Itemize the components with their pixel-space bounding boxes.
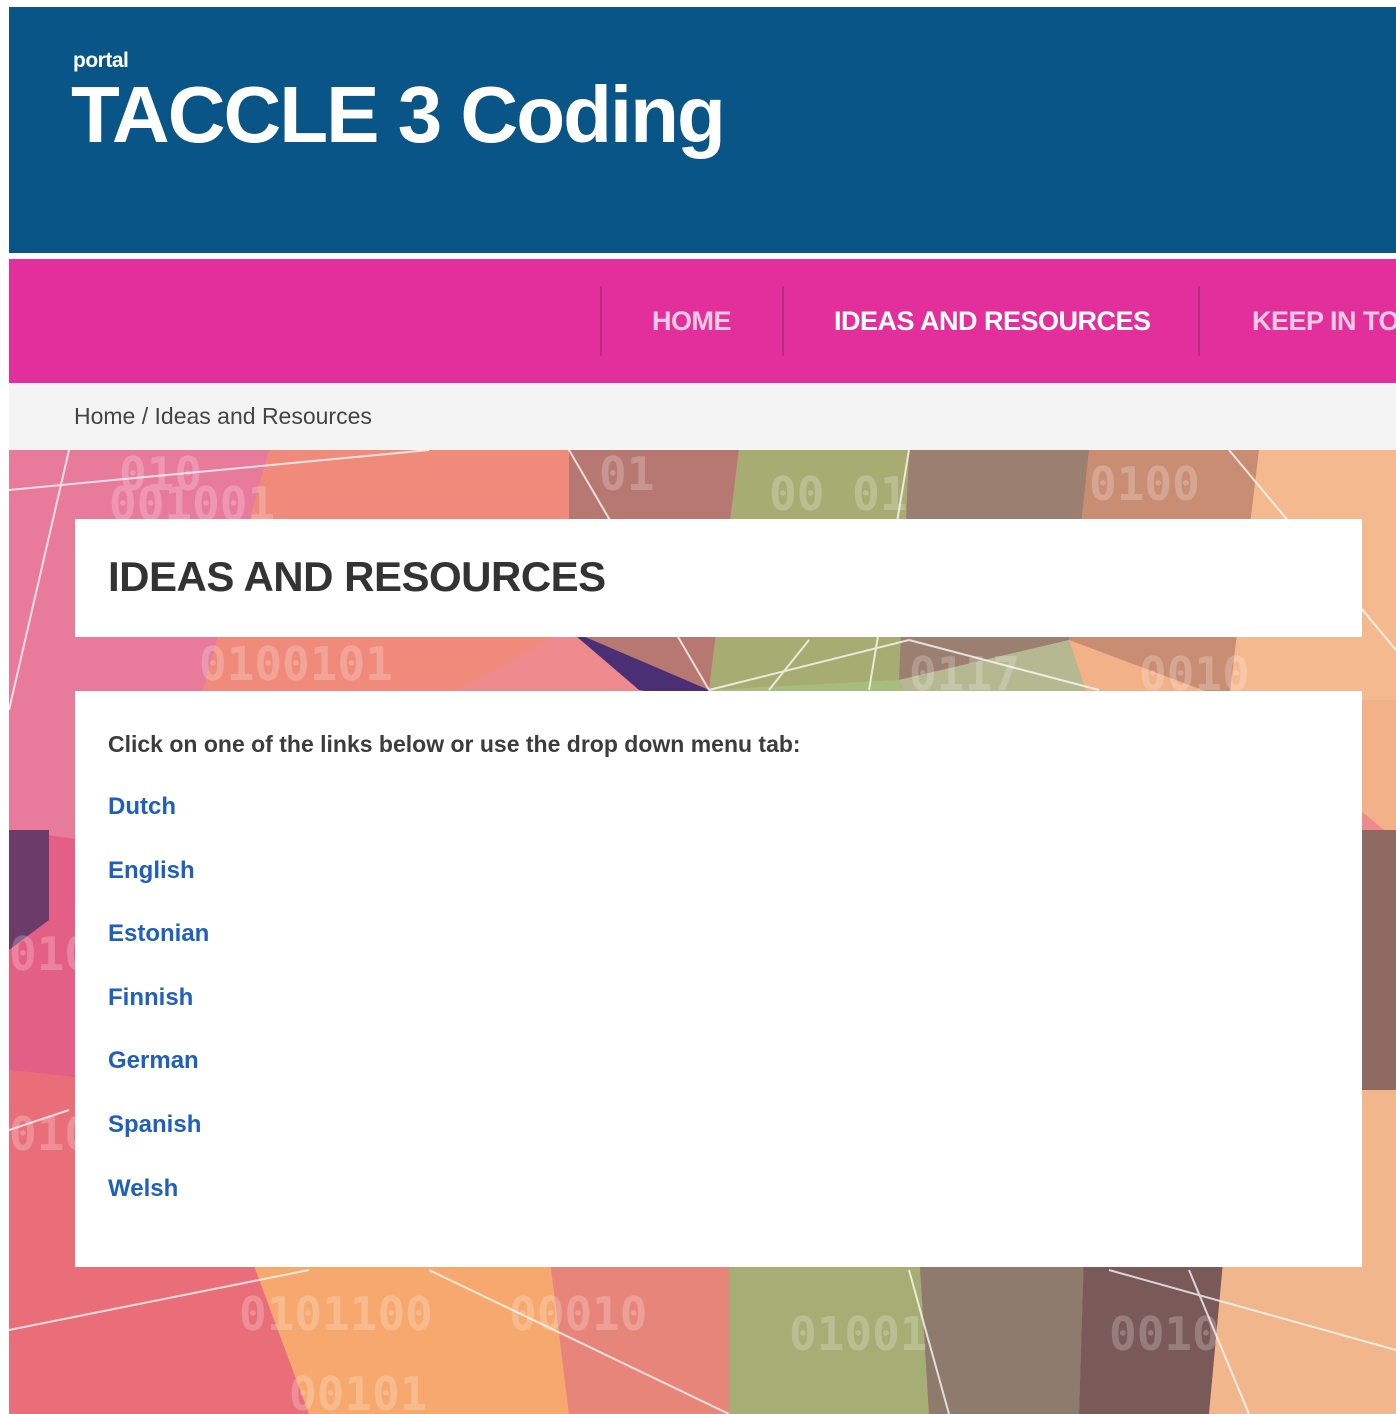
svg-text:00 01: 00 01 (769, 467, 907, 521)
list-item: German (108, 1047, 209, 1111)
page-title: IDEAS AND RESOURCES (108, 553, 606, 600)
svg-text:0101100: 0101100 (239, 1287, 433, 1341)
nav-divider (1198, 286, 1200, 356)
language-link-finnish[interactable]: Finnish (108, 984, 193, 1011)
list-item: Estonian (108, 920, 209, 984)
nav-item-home[interactable]: HOME (652, 259, 732, 383)
svg-text:01001: 01001 (789, 1307, 927, 1361)
nav-divider (782, 286, 784, 356)
language-link-welsh[interactable]: Welsh (108, 1175, 178, 1202)
language-link-spanish[interactable]: Spanish (108, 1111, 201, 1138)
title-card: IDEAS AND RESOURCES (75, 519, 1362, 637)
content-card: Click on one of the links below or use t… (75, 691, 1362, 1267)
list-item: English (108, 857, 209, 921)
breadcrumb-bar: Home / Ideas and Resources (9, 383, 1396, 450)
breadcrumb-home-link[interactable]: Home (74, 403, 135, 429)
language-link-list: Dutch English Estonian Finnish German Sp… (108, 793, 209, 1238)
breadcrumb-current: Ideas and Resources (154, 403, 372, 429)
svg-text:0010: 0010 (1109, 1307, 1220, 1361)
list-item: Finnish (108, 984, 209, 1048)
nav-item-ideas-and-resources[interactable]: IDEAS AND RESOURCES (834, 259, 1151, 383)
svg-text:0100: 0100 (1089, 457, 1200, 511)
breadcrumb-separator: / (135, 403, 155, 429)
breadcrumb: Home / Ideas and Resources (74, 403, 372, 430)
main-nav: HOME IDEAS AND RESOURCES KEEP IN TO (9, 259, 1396, 383)
site-header: portal TACCLE 3 Coding (9, 7, 1396, 253)
intro-text: Click on one of the links below or use t… (108, 731, 801, 757)
list-item: Spanish (108, 1111, 209, 1175)
svg-text:0100101: 0100101 (199, 637, 393, 691)
language-link-dutch[interactable]: Dutch (108, 793, 176, 820)
site-title[interactable]: TACCLE 3 Coding (71, 75, 726, 155)
list-item: Welsh (108, 1175, 209, 1239)
list-item: Dutch (108, 793, 209, 857)
nav-divider (600, 286, 602, 356)
svg-text:00101: 00101 (289, 1367, 427, 1414)
svg-text:00010: 00010 (509, 1287, 647, 1341)
language-link-english[interactable]: English (108, 857, 195, 884)
language-link-estonian[interactable]: Estonian (108, 920, 209, 947)
nav-item-keep-in-touch[interactable]: KEEP IN TO (1252, 259, 1396, 383)
language-link-german[interactable]: German (108, 1047, 199, 1074)
svg-text:01: 01 (599, 450, 654, 501)
page: portal TACCLE 3 Coding HOME IDEAS AND RE… (9, 7, 1396, 1414)
